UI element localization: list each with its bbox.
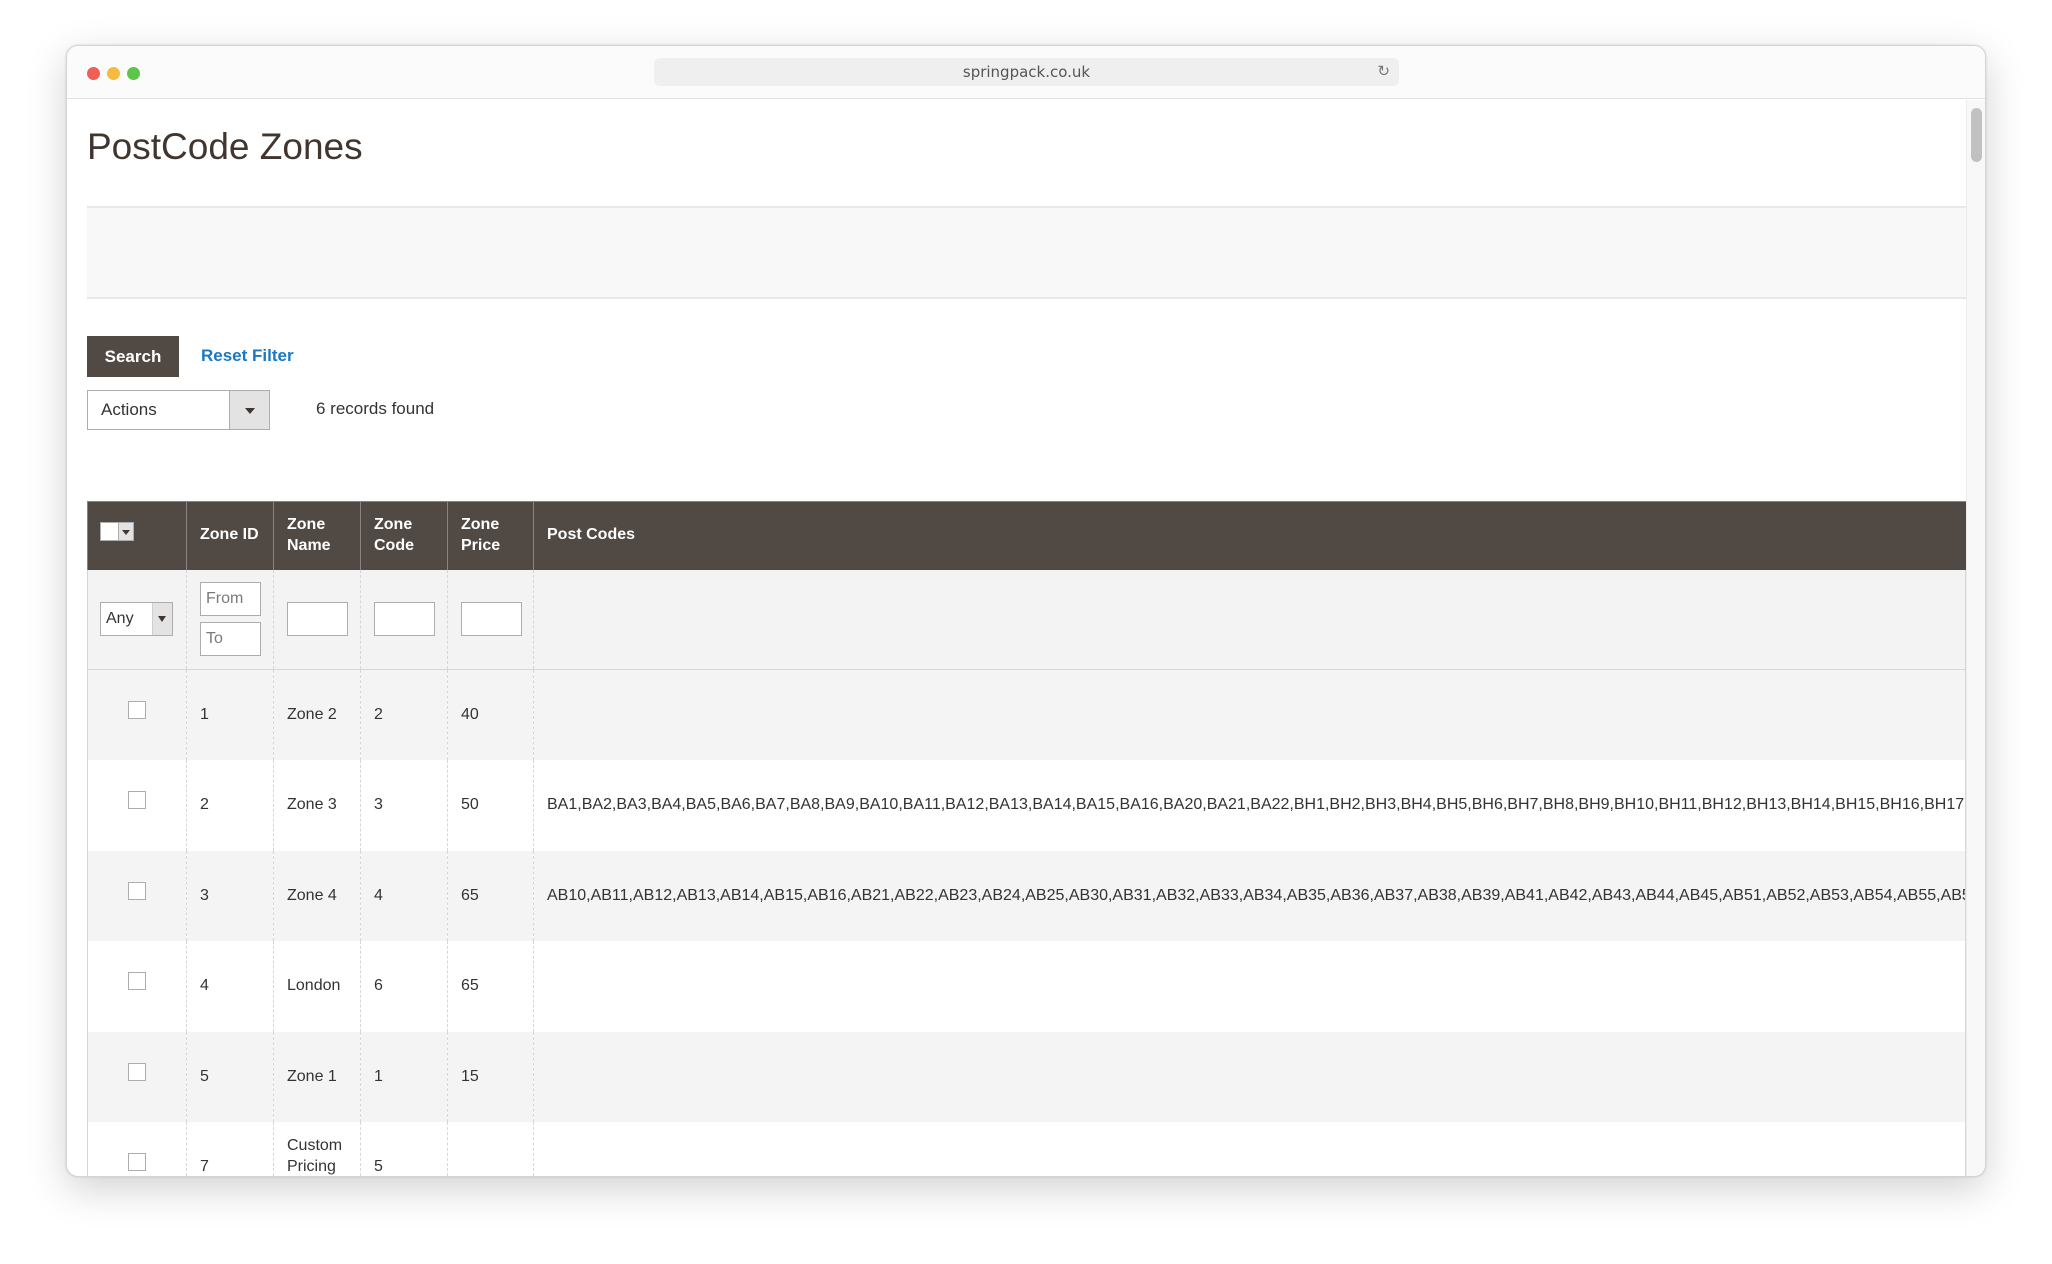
filter-massaction-toggle[interactable]: [152, 603, 172, 636]
table-row[interactable]: 7 Custom Pricing Zone 5: [87, 1122, 1966, 1176]
column-header-zone-id[interactable]: Zone ID: [186, 501, 274, 570]
cell-zone-code: 6: [360, 941, 448, 1032]
page-actions-area: [87, 206, 1966, 299]
column-header-zone-code[interactable]: Zone Code: [360, 501, 448, 570]
cell-zone-price: 65: [447, 941, 534, 1032]
filter-massaction-value: Any: [106, 610, 134, 628]
cell-zone-name: Custom Pricing Zone: [273, 1122, 361, 1176]
page-content: PostCode Zones Search Reset Filter Actio…: [67, 100, 1967, 1176]
postcode-zones-grid: Zone ID Zone Name Zone Code Zone Price P…: [87, 501, 1966, 1176]
row-checkbox[interactable]: [128, 1153, 146, 1171]
filter-post-codes-cell: [533, 569, 1966, 670]
table-row[interactable]: 4 London 6 65: [87, 941, 1966, 1032]
row-checkbox[interactable]: [128, 972, 146, 991]
column-header-massaction: [87, 501, 187, 570]
cell-zone-code: 5: [360, 1122, 448, 1176]
chevron-down-icon: [245, 408, 255, 414]
mass-select-dropdown[interactable]: [119, 522, 134, 542]
column-header-post-codes[interactable]: Post Codes: [533, 501, 1966, 570]
cell-zone-name: London: [273, 941, 361, 1032]
address-bar[interactable]: springpack.co.uk ↻: [654, 58, 1399, 86]
filter-zone-id-to[interactable]: [200, 622, 261, 657]
chevron-down-icon: [158, 616, 166, 623]
cell-zone-price: 50: [447, 760, 534, 851]
row-checkbox[interactable]: [128, 881, 146, 900]
page-title: PostCode Zones: [87, 126, 363, 167]
cell-zone-price: 65: [447, 850, 534, 941]
cell-zone-code: 2: [360, 669, 448, 760]
table-row[interactable]: 5 Zone 1 1 15: [87, 1031, 1966, 1122]
row-checkbox[interactable]: [128, 1062, 146, 1081]
filter-zone-name-cell: [273, 569, 361, 670]
cell-post-codes: BA1,BA2,BA3,BA4,BA5,BA6,BA7,BA8,BA9,BA10…: [533, 760, 1966, 851]
cell-zone-id: 1: [186, 669, 274, 760]
cell-post-codes: [533, 1122, 1966, 1176]
table-row[interactable]: 1 Zone 2 2 40: [87, 669, 1966, 760]
minimize-window-button[interactable]: [107, 67, 120, 80]
cell-zone-id: 7: [186, 1122, 274, 1176]
cell-zone-code: 1: [360, 1031, 448, 1122]
cell-zone-name: Zone 4: [273, 850, 361, 941]
chevron-down-icon: [122, 530, 130, 536]
cell-zone-name: Zone 3: [273, 760, 361, 851]
cell-zone-price: 15: [447, 1031, 534, 1122]
row-checkbox[interactable]: [128, 701, 146, 719]
filter-massaction-cell: Any: [87, 569, 187, 670]
search-button[interactable]: Search: [87, 336, 179, 377]
browser-window: springpack.co.uk ↻ PostCode Zones Search…: [66, 45, 1986, 1177]
url-text: springpack.co.uk: [962, 63, 1091, 81]
records-count: 6 records found: [316, 399, 435, 418]
browser-titlebar: springpack.co.uk ↻: [67, 46, 1985, 99]
filter-zone-price-cell: [447, 569, 534, 670]
maximize-window-button[interactable]: [127, 67, 140, 80]
column-header-zone-name[interactable]: Zone Name: [273, 501, 361, 570]
reset-filter-link[interactable]: Reset Filter: [201, 346, 294, 366]
filter-zone-id-cell: [186, 569, 274, 670]
table-row[interactable]: 2 Zone 3 3 50 BA1,BA2,BA3,BA4,BA5,BA6,BA…: [87, 760, 1966, 851]
mass-actions-dropdown[interactable]: Actions: [87, 390, 270, 430]
mass-actions-label: Actions: [101, 400, 157, 419]
column-header-zone-price[interactable]: Zone Price: [447, 501, 534, 570]
cell-zone-id: 3: [186, 850, 274, 941]
cell-post-codes: [533, 941, 1966, 1032]
cell-zone-id: 4: [186, 941, 274, 1032]
select-all-checkbox[interactable]: [100, 522, 119, 542]
filter-zone-id-from[interactable]: [200, 582, 261, 617]
grid-filter-row: Any: [87, 569, 1966, 670]
cell-zone-price: 40: [447, 669, 534, 760]
cell-zone-code: 3: [360, 760, 448, 851]
cell-post-codes: [533, 669, 1966, 760]
reload-icon[interactable]: ↻: [1377, 62, 1390, 80]
filter-zone-code-input[interactable]: [374, 602, 435, 637]
cell-post-codes: [533, 1031, 1966, 1122]
filter-massaction-select[interactable]: Any: [100, 602, 173, 637]
cell-zone-name: Zone 1: [273, 1031, 361, 1122]
filter-zone-name-input[interactable]: [287, 602, 348, 637]
cell-zone-id: 5: [186, 1031, 274, 1122]
filter-zone-price-input[interactable]: [461, 602, 522, 637]
close-window-button[interactable]: [87, 67, 100, 80]
cell-zone-code: 4: [360, 850, 448, 941]
mass-select-control[interactable]: [100, 522, 134, 542]
grid-header-row: Zone ID Zone Name Zone Code Zone Price P…: [87, 501, 1966, 570]
cell-zone-name: Zone 2: [273, 669, 361, 760]
vertical-scrollbar[interactable]: [1966, 100, 1985, 1176]
scrollbar-thumb[interactable]: [1971, 108, 1982, 162]
filter-zone-code-cell: [360, 569, 448, 670]
cell-post-codes: AB10,AB11,AB12,AB13,AB14,AB15,AB16,AB21,…: [533, 850, 1966, 941]
cell-zone-id: 2: [186, 760, 274, 851]
row-checkbox[interactable]: [128, 791, 146, 810]
mass-actions-toggle[interactable]: [229, 391, 269, 429]
cell-zone-price: [447, 1122, 534, 1176]
table-row[interactable]: 3 Zone 4 4 65 AB10,AB11,AB12,AB13,AB14,A…: [87, 850, 1966, 941]
